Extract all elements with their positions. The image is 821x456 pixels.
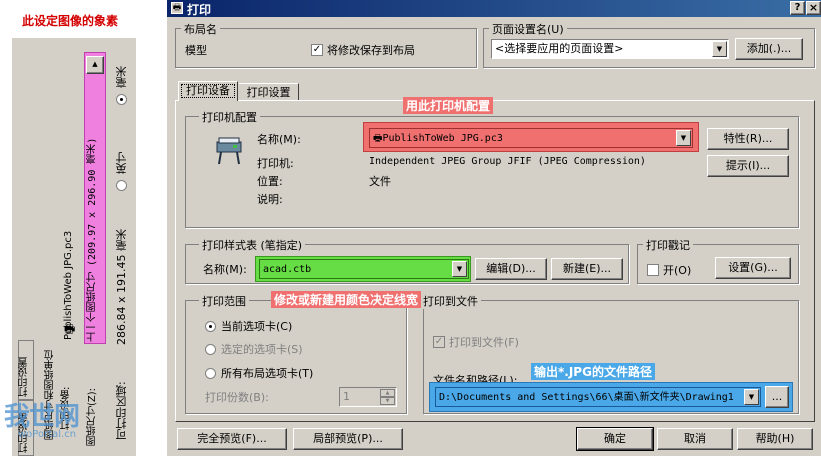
title-bar: 🖶 打印 ? × [167, 0, 821, 17]
plot-to-file-group-title: 打印到文件 [423, 293, 481, 309]
chevron-down-icon[interactable]: ▼ [712, 41, 727, 57]
page-setup-combo[interactable]: <选择要应用的页面设置> ▼ [491, 39, 729, 59]
annotation-use-printer: 用此打印机配置 [403, 97, 494, 114]
copies-spinner[interactable]: 1 ▲ ▼ [339, 387, 397, 407]
unit-mm-label: 毫米 [115, 66, 128, 88]
printer-icon-vertical: 🖶 [64, 322, 76, 336]
partial-preview-button[interactable]: 局部预览(P)... [293, 428, 403, 450]
unit-mm-radio[interactable] [116, 94, 127, 105]
new-button[interactable]: 新建(E)... [551, 258, 623, 280]
file-path-combo[interactable]: D:\Documents and Settings\66\桌面\新文件夹\Dra… [435, 387, 761, 407]
chevron-down-icon[interactable]: ▼ [452, 261, 467, 277]
plot-style-name-label: 名称(M): [203, 263, 247, 276]
plot-range-group-title: 打印范围 [199, 293, 249, 309]
hints-button[interactable]: 提示(I)... [707, 155, 789, 177]
ok-button[interactable]: 确定 [576, 427, 654, 451]
save-changes-checkbox[interactable]: ✓ 将修改保存到布局 [311, 42, 415, 58]
unit-inch-label: 英寸 [115, 152, 128, 174]
tab-print-settings[interactable]: 打印设置 [239, 83, 299, 101]
printable-area-label: 可打印区域: [115, 381, 128, 440]
range-selected-radio[interactable]: 选定的选项卡(S) [205, 341, 303, 357]
properties-button[interactable]: 特性(R)... [707, 128, 789, 150]
plot-to-file-checkbox[interactable]: ✓ 打印到文件(F) [433, 334, 519, 350]
copies-label: 打印份数(B): [205, 391, 269, 404]
printer-config-group-title: 打印机配置 [199, 109, 260, 125]
add-button[interactable]: 添加(.)... [735, 38, 803, 60]
spinner-down-icon[interactable]: ▼ [380, 397, 395, 405]
range-current-radio[interactable]: 当前选项卡(C) [205, 318, 292, 334]
printer-name-label: 名称(M): [257, 133, 301, 146]
plot-style-combo[interactable]: acad.ctb ▼ [259, 259, 469, 279]
chevron-down-icon[interactable]: ▼ [676, 130, 691, 146]
chevron-down-icon[interactable]: ▼ [744, 389, 759, 405]
browse-button[interactable]: ... [765, 386, 789, 408]
range-all-radio[interactable]: 所有布局选项卡(T) [205, 365, 313, 381]
help-title-button[interactable]: ? [790, 1, 805, 15]
printer-label: 打印机: [257, 157, 294, 170]
left-tab-settings[interactable]: 打印设置 [18, 340, 34, 400]
dialog-title: 打印 [187, 3, 212, 17]
printable-area-value: 286.84 x 191.45 毫米 [115, 229, 128, 345]
dialog-icon: 🖶 [171, 2, 183, 14]
annotation-pixel-setting: 此设定图像的象素 [22, 14, 119, 28]
stamp-on-checkbox[interactable]: 开(O) [647, 262, 691, 278]
layout-name-value: 模型 [185, 44, 207, 57]
description-label: 说明: [257, 193, 283, 206]
plot-stamp-group-title: 打印戳记 [643, 237, 693, 253]
tab-print-device[interactable]: 打印设备 [178, 81, 238, 101]
spinner-up-icon[interactable]: ▲ [380, 389, 395, 397]
printer-name-combo[interactable]: 🖶PublishToWeb JPG.pc3 ▼ [369, 128, 693, 148]
paper-size-dropdown-button[interactable]: ▲ [86, 56, 104, 74]
left-panel: 此设定图像的象素 ▲ 上一个图纸尺寸 (209.97 x 296.90 毫米) … [0, 0, 166, 456]
close-title-button[interactable]: × [806, 1, 821, 15]
annotation-line-width: 修改或新建用颜色决定线宽 [271, 291, 422, 308]
layout-name-group-title: 布局名 [181, 21, 220, 37]
full-preview-button[interactable]: 完全预览(F)... [177, 428, 287, 450]
help-button[interactable]: 帮助(H) [737, 428, 813, 450]
stamp-settings-button[interactable]: 设置(G)... [715, 257, 791, 279]
edit-button[interactable]: 编辑(D)... [475, 258, 547, 280]
unit-inch-radio[interactable] [116, 180, 127, 191]
printer-name-vertical: PublishToWeb JPG.pc3 [63, 230, 74, 340]
page-setup-group-title: 页面设置名(U) [489, 21, 567, 37]
paper-size-label: 图纸尺寸(Z): [87, 387, 98, 446]
check-icon: ✓ [311, 44, 323, 56]
printer-value: Independent JPEG Group JFIF (JPEG Compre… [369, 156, 646, 167]
print-dialog: 🖶 打印 ? × 布局名 模型 ✓ 将修改保存到布局 页面设置名(U) <选择要应… [166, 0, 821, 456]
location-value: 文件 [369, 175, 391, 188]
cancel-button[interactable]: 取消 [657, 428, 733, 450]
paper-size-value: 上一个图纸尺寸 (209.97 x 296.90 毫米) [87, 137, 98, 342]
watermark: 我世网 woPortal.cn [4, 402, 80, 440]
plotter-icon [213, 134, 245, 166]
annotation-output-path: 输出*.JPG的文件路径 [531, 363, 655, 380]
plot-style-group-title: 打印样式表 (笔指定) [199, 237, 306, 253]
location-label: 位置: [257, 175, 283, 188]
